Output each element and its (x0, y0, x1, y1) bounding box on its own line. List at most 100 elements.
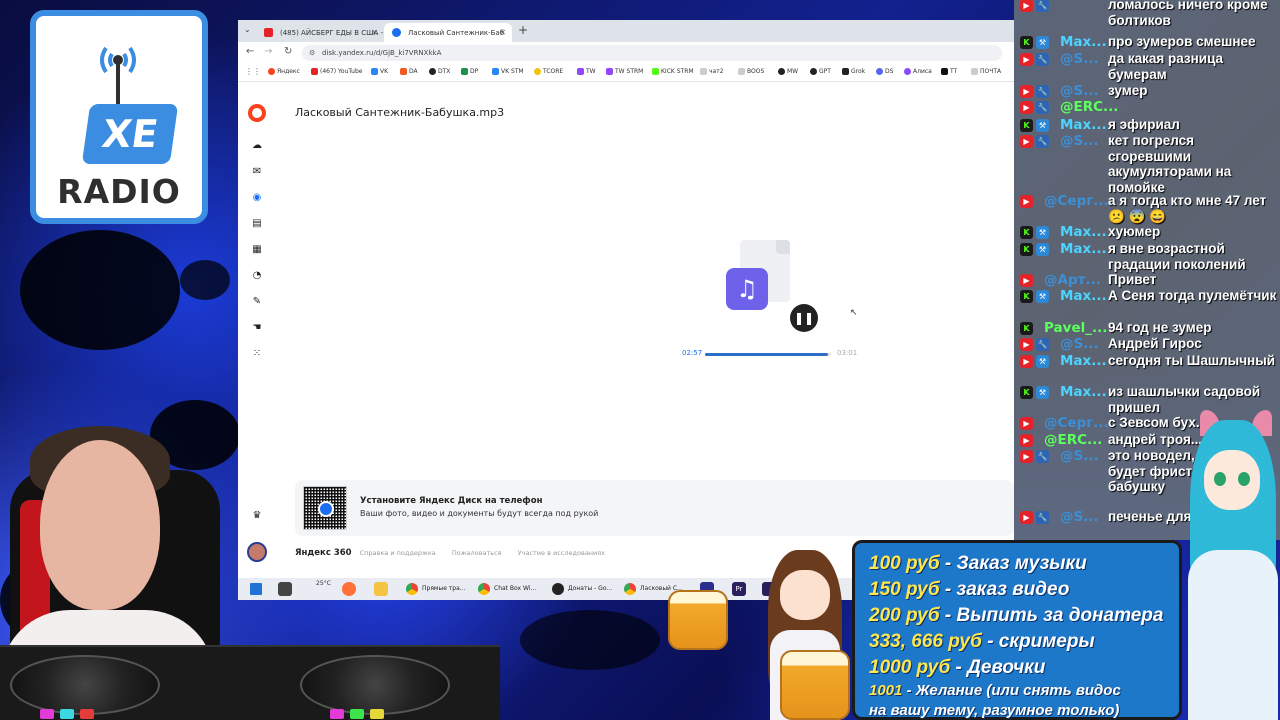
address-bar[interactable]: ⚙ disk.yandex.ru/d/GjB_ki7VRNXkkA (302, 45, 1002, 61)
logo-xe: XE (81, 104, 179, 164)
kick-icon: K (1020, 322, 1033, 335)
bookmark[interactable]: чат2 (700, 68, 724, 75)
firefox-icon[interactable] (342, 582, 356, 596)
donation-description: - Желание (или снять видос (902, 682, 1121, 699)
calendar-icon[interactable]: ▦ (251, 244, 263, 256)
twitch-icon: ⚒ (1036, 355, 1049, 368)
bookmark[interactable]: VK STM (492, 68, 524, 75)
apps-grid-icon[interactable]: ⋮⋮ (245, 67, 261, 76)
chat-author: @Серг... (1044, 415, 1109, 431)
telemost-icon[interactable]: ☚ (251, 322, 263, 334)
close-icon[interactable]: ✕ (499, 28, 506, 37)
platform-badges: ▶ (1020, 195, 1036, 208)
platform-badges: K ⚒ (1020, 290, 1052, 303)
donation-description: - заказ видео (939, 579, 1070, 600)
mouse-cursor-icon: ↖ (850, 308, 858, 318)
x-icon (552, 583, 564, 595)
avatar[interactable] (247, 542, 267, 562)
chat-author: Pavel_... (1044, 320, 1108, 336)
forward-icon[interactable]: → (264, 46, 272, 57)
notes-icon[interactable]: ✎ (251, 296, 263, 308)
bookmark[interactable]: TW (577, 68, 596, 75)
bookmark[interactable]: DP (461, 68, 478, 75)
back-icon[interactable]: ← (246, 46, 254, 57)
bookmark[interactable]: DTX (429, 68, 450, 75)
tab-list-icon[interactable]: ⌄ (244, 25, 251, 34)
youtube-icon: ▶ (1020, 511, 1033, 524)
seek-bar-fill (705, 353, 829, 356)
radio-logo: XE RADIO (30, 10, 208, 224)
taskbar-app[interactable]: Chat Box Wi... (476, 581, 536, 597)
bookmark[interactable]: TT (941, 68, 957, 75)
bookmark[interactable]: (467) YouTube (311, 68, 362, 75)
donation-description: - Выпить за донатера (939, 605, 1164, 626)
platform-badges: ▶ (1020, 434, 1036, 447)
bookmark[interactable]: ПОЧТА (971, 68, 1001, 75)
footer-link-help[interactable]: Справка и поддержка (360, 549, 436, 557)
donation-description: - Девочки (950, 657, 1046, 678)
footer-link-research[interactable]: Участие в исследованиях (518, 549, 605, 557)
tab-youtube[interactable]: (485) АЙСБЕРГ ЕДЫ В США - Y ✕ (256, 23, 384, 42)
premiere-icon[interactable]: Pr (732, 582, 746, 596)
bookmark[interactable]: DS (876, 68, 893, 75)
yandex-360-brand[interactable]: Яндекс 360 (295, 548, 352, 558)
weather-widget[interactable]: 25°C (316, 580, 331, 587)
reload-icon[interactable]: ↻ (284, 46, 292, 57)
bookmark[interactable]: KICK STRM (652, 68, 694, 75)
bookmark[interactable]: Алиса (904, 68, 932, 75)
donation-tier: 333, 666 руб - скримеры (869, 631, 1095, 653)
bookmark[interactable]: GPT (810, 68, 831, 75)
donation-description: - скримеры (981, 631, 1095, 652)
kick-icon: K (1020, 36, 1033, 49)
bookmark[interactable]: TCORE (534, 68, 563, 75)
disk-icon[interactable]: ◉ (251, 192, 263, 204)
bookmark[interactable]: MW (778, 68, 798, 75)
platform-badges: ▶ (1020, 417, 1036, 430)
youtube-icon: ▶ (1020, 434, 1033, 447)
all-services-icon[interactable]: ⁙ (251, 348, 263, 360)
cloud-icon[interactable]: ☁ (251, 140, 263, 152)
youtube-icon: ▶ (1020, 355, 1033, 368)
chat-text: я вне возрастной градации поколений (1108, 241, 1246, 272)
chat-text: а я тогда кто мне 47 лет 😕 😨 😄 (1108, 193, 1267, 224)
chat-text: Привет (1108, 272, 1157, 287)
donation-tier: 1001 - Желание (или снять видос (869, 682, 1121, 699)
kick-icon: K (1020, 386, 1033, 399)
bookmark[interactable]: VK (371, 68, 388, 75)
chat-text: про зумеров смешнее (1108, 34, 1256, 49)
pause-button[interactable]: ❚❚ (790, 304, 818, 332)
dj-controller (0, 645, 500, 720)
disk-sidebar: ☁ ✉ ◉ ▤ ▦ ◔ ✎ ☚ ⁙ ♛ (238, 82, 276, 600)
promo-title: Установите Яндекс Диск на телефон (360, 496, 543, 506)
install-app-banner[interactable]: Установите Яндекс Диск на телефон Ваши ф… (295, 480, 1014, 536)
platform-badges: K ⚒ (1020, 36, 1052, 49)
chat-author: @S... (1060, 51, 1099, 67)
new-tab-button[interactable]: + (518, 23, 528, 37)
task-view-icon[interactable] (278, 582, 292, 596)
seek-bar[interactable] (705, 353, 831, 356)
bookmark[interactable]: BOOS (738, 68, 764, 75)
youtube-icon: ▶ (1020, 101, 1033, 114)
premium-icon[interactable]: ♛ (251, 510, 263, 522)
bookmark[interactable]: Яндекс (268, 68, 300, 75)
file-explorer-icon[interactable] (374, 582, 388, 596)
messenger-icon[interactable]: ◔ (251, 270, 263, 282)
taskbar-app[interactable]: Прямые тра... (404, 581, 466, 597)
youtube-icon: ▶ (1020, 135, 1033, 148)
tab-yandex-disk[interactable]: Ласковый Сантежник-Баб ✕ (384, 23, 512, 42)
mail-icon[interactable]: ✉ (251, 166, 263, 178)
kick-icon: K (1020, 119, 1033, 132)
footer-link-report[interactable]: Пожаловаться (452, 549, 502, 557)
bookmark[interactable]: DA (400, 68, 418, 75)
bookmark[interactable]: TW STRM (606, 68, 643, 75)
documents-icon[interactable]: ▤ (251, 218, 263, 230)
wrench-icon: 🔧 (1036, 338, 1049, 351)
windows-start-icon[interactable] (250, 583, 262, 595)
close-icon[interactable]: ✕ (371, 28, 378, 37)
yandex-360-logo-icon[interactable] (248, 104, 266, 122)
chat-author: @S... (1060, 83, 1099, 99)
taskbar-app[interactable]: Донаты - Go... (550, 581, 612, 597)
site-info-icon[interactable]: ⚙ (309, 49, 315, 57)
bookmark[interactable]: Grok (842, 68, 865, 75)
bookmarks-bar: ⋮⋮ Яндекс (467) YouTube VK DA DTX DP VK … (238, 64, 1014, 82)
